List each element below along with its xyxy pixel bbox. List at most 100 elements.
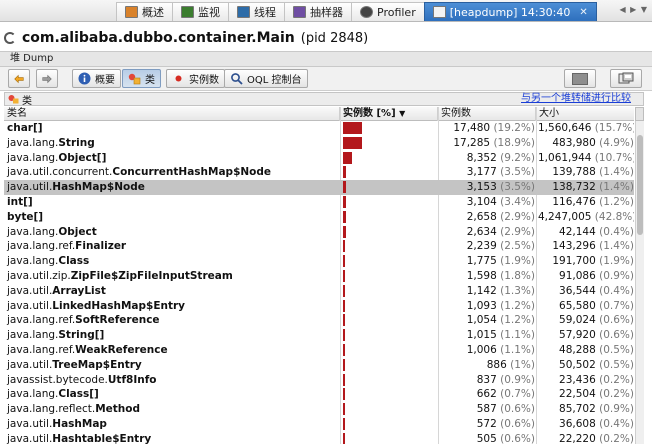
instances-button[interactable]: 实例数 <box>166 69 225 88</box>
size-cell: 42,144 (0.4%) <box>538 225 634 239</box>
tab-monitor[interactable]: 监视 <box>172 2 229 21</box>
column-chooser-icon[interactable] <box>635 107 644 121</box>
app-name: com.alibaba.dubbo.container.Main <box>22 30 295 46</box>
size-cell: 22,220 (0.2%) <box>538 432 634 444</box>
close-tab-icon[interactable]: ✕ <box>579 7 587 18</box>
table-row[interactable]: java.lang.Class[] 662 (0.7%) 22,504 (0.2%) <box>4 387 634 402</box>
class-package: javassist.bytecode. <box>7 373 108 386</box>
instances-percent: (0.6%) <box>500 403 535 416</box>
instances-percent: (3.5%) <box>500 181 535 194</box>
table-row[interactable]: java.util.HashMap$Node 3,153 (3.5%) 138,73… <box>4 180 634 195</box>
scrollbar-thumb[interactable] <box>637 135 643 235</box>
tab-profiler[interactable]: Profiler <box>351 2 425 21</box>
table-row[interactable]: java.util.Hashtable$Entry 505 (0.6%) 22,22… <box>4 432 634 444</box>
compare-heap-dump-link[interactable]: 与另一个堆转储进行比较 <box>521 93 631 105</box>
table-row[interactable]: java.util.HashMap 572 (0.6%) 36,608 (0.4%) <box>4 417 634 432</box>
table-row[interactable]: java.util.LinkedHashMap$Entry 1,093 (1.2%… <box>4 299 634 314</box>
instances-count: 1,142 <box>466 284 497 297</box>
column-instances[interactable]: 实例数 <box>438 107 536 121</box>
size-cell: 48,288 (0.5%) <box>538 343 634 357</box>
tab-sampler[interactable]: 抽样器 <box>284 2 352 21</box>
size-cell: 22,504 (0.2%) <box>538 387 634 401</box>
pid-label: (pid 2848) <box>300 30 369 46</box>
table-row[interactable]: java.lang.ref.SoftReference 1,054 (1.2%) 5… <box>4 313 634 328</box>
size-cell: 1,061,944 (10.7%) <box>538 151 634 165</box>
table-row[interactable]: javassist.bytecode.Utf8Info 837 (0.9%) 23,… <box>4 373 634 388</box>
class-package: java.util. <box>7 358 53 371</box>
table-row[interactable]: java.util.TreeMap$Entry 886 (1%) 50,502 (0… <box>4 358 634 373</box>
save-heap-button[interactable] <box>610 69 642 88</box>
instances-percent-bar <box>343 151 353 164</box>
tab-threads[interactable]: 线程 <box>228 2 285 21</box>
size-bytes: 22,504 <box>559 388 596 401</box>
size-percent: (0.9%) <box>599 269 634 282</box>
tab-scroll-icon[interactable]: ◀ ▶ ▼ <box>619 5 648 14</box>
class-package: java.util. <box>7 417 53 430</box>
class-simple-name: ZipFile$ZipFileInputStream <box>70 269 233 282</box>
snapshot-button[interactable] <box>564 69 596 88</box>
tab-label: Profiler <box>377 5 416 19</box>
instances-percent: (1%) <box>510 358 535 371</box>
table-row[interactable]: java.lang.String[] 1,015 (1.1%) 57,920 (0.… <box>4 328 634 343</box>
size-percent: (0.4%) <box>599 225 634 238</box>
table-header: 类名 实例数 [%] ▼ 实例数 大小 <box>4 107 634 121</box>
size-percent: (15.7%) <box>594 122 634 134</box>
size-percent: (1.2%) <box>599 195 634 208</box>
instances-count: 505 <box>476 432 497 444</box>
heap-dump-subtab[interactable]: 堆 Dump <box>0 51 652 67</box>
instances-count: 1,015 <box>466 329 497 342</box>
instances-percent-bar <box>343 181 347 194</box>
column-size[interactable]: 大小 <box>536 107 634 121</box>
classes-button[interactable]: 类 <box>122 69 161 88</box>
tab-heapdump[interactable]: [heapdump] 14:30:40 ✕ <box>423 2 597 21</box>
table-row[interactable]: byte[] 2,658 (2.9%) 4,247,005 (42.8%) <box>4 210 634 225</box>
instances-count: 3,104 <box>466 195 497 208</box>
instances-cell: 1,093 (1.2%) <box>442 299 535 313</box>
table-row[interactable]: java.lang.String 17,285 (18.9%) 483,980 (4… <box>4 136 634 151</box>
summary-button[interactable]: 概要 <box>72 69 121 88</box>
instances-count: 572 <box>476 417 497 430</box>
classes-label: 类 <box>145 75 155 86</box>
class-name-cell: java.util.LinkedHashMap$Entry <box>7 299 185 313</box>
table-row[interactable]: java.util.concurrent.ConcurrentHashMap$N… <box>4 165 634 180</box>
size-cell: 4,247,005 (42.8%) <box>538 210 634 224</box>
size-cell: 65,580 (0.7%) <box>538 299 634 313</box>
forward-button[interactable] <box>36 69 58 88</box>
oql-console-label: OQL 控制台 <box>247 75 302 86</box>
size-cell: 116,476 (1.2%) <box>538 195 634 209</box>
instances-percent-bar <box>343 255 345 268</box>
instances-cell: 1,775 (1.9%) <box>442 254 535 268</box>
class-package: java.util. <box>7 181 53 194</box>
vertical-scrollbar[interactable] <box>635 121 644 444</box>
table-row[interactable]: java.lang.Object 2,634 (2.9%) 42,144 (0.4%… <box>4 225 634 240</box>
instances-percent: (19.2%) <box>493 122 535 134</box>
instances-cell: 837 (0.9%) <box>442 373 535 387</box>
table-row[interactable]: int[] 3,104 (3.4%) 116,476 (1.2%) <box>4 195 634 210</box>
table-row[interactable]: java.lang.Object[] 8,352 (9.2%) 1,061,944 … <box>4 151 634 166</box>
instances-percent-bar <box>343 388 345 401</box>
snapshot-icon <box>572 72 588 85</box>
save-icon <box>618 72 634 84</box>
table-row[interactable]: java.lang.ref.Finalizer 2,239 (2.5%) 143,2… <box>4 239 634 254</box>
class-simple-name: WeakReference <box>75 343 168 356</box>
table-row[interactable]: java.util.ArrayList 1,142 (1.3%) 36,544 (0… <box>4 284 634 299</box>
tab-overview[interactable]: 概述 <box>116 2 173 21</box>
size-bytes: 91,086 <box>559 269 596 282</box>
class-simple-name: char[] <box>7 122 43 134</box>
instances-cell: 3,177 (3.5%) <box>442 165 535 179</box>
tab-label: 线程 <box>254 6 276 19</box>
class-name-cell: java.util.concurrent.ConcurrentHashMap$N… <box>7 165 271 179</box>
column-class-name[interactable]: 类名 <box>4 107 340 121</box>
table-row[interactable]: char[] 17,480 (19.2%) 1,560,646 (15.7%) <box>4 121 634 136</box>
back-button[interactable] <box>8 69 30 88</box>
oql-console-button[interactable]: OQL 控制台 <box>224 69 308 88</box>
instances-percent: (1.1%) <box>500 343 535 356</box>
instances-percent: (0.7%) <box>500 388 535 401</box>
table-row[interactable]: java.lang.ref.WeakReference 1,006 (1.1%) 4… <box>4 343 634 358</box>
size-percent: (4.9%) <box>599 136 634 149</box>
column-instances-pct[interactable]: 实例数 [%] ▼ <box>340 107 438 121</box>
table-row[interactable]: java.lang.reflect.Method 587 (0.6%) 85,702… <box>4 402 634 417</box>
table-row[interactable]: java.util.zip.ZipFile$ZipFileInputStream… <box>4 269 634 284</box>
table-row[interactable]: java.lang.Class 1,775 (1.9%) 191,700 (1.9%… <box>4 254 634 269</box>
arrow-left-icon <box>14 74 24 83</box>
